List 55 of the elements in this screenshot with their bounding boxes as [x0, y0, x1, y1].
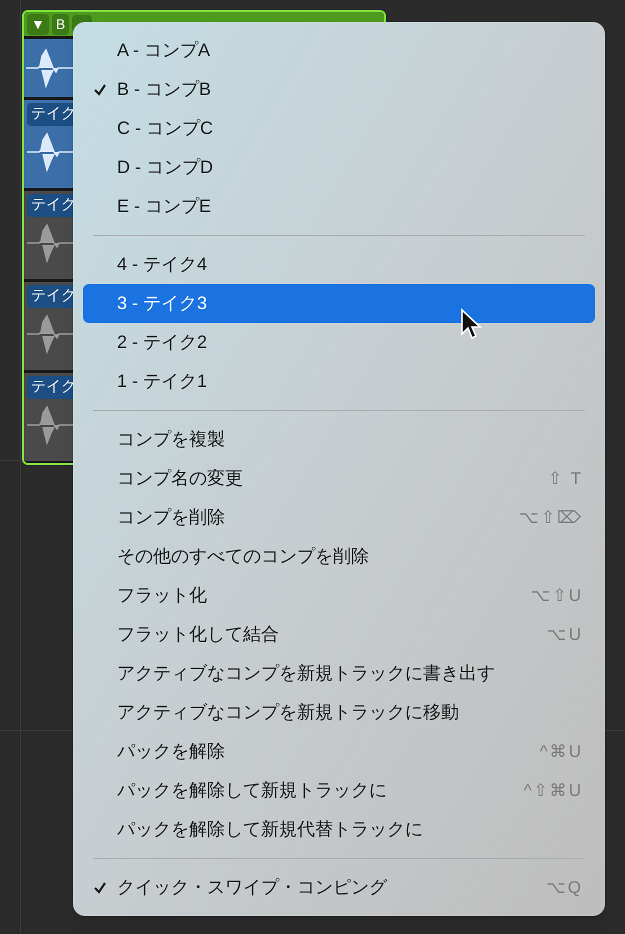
menu-item-label: パックを解除	[117, 740, 225, 763]
menu-item-label: コンプ名の変更	[117, 467, 243, 490]
menu-item[interactable]: 2 - テイク2	[83, 323, 595, 362]
menu-item-label: コンプを複製	[117, 428, 225, 451]
menu-item[interactable]: パックを解除して新規トラックに ^⇧⌘U	[83, 771, 595, 810]
comp-button[interactable]: B	[52, 14, 70, 34]
menu-item[interactable]: E - コンプE	[83, 187, 595, 226]
menu-item[interactable]: B - コンプB	[83, 70, 595, 109]
menu-item[interactable]: C - コンプC	[83, 109, 595, 148]
menu-item[interactable]: パックを解除 ^⌘U	[83, 732, 595, 771]
menu-item-label: アクティブなコンプを新規トラックに移動	[117, 701, 459, 724]
shortcut-text: ^⇧⌘U	[524, 780, 583, 802]
menu-item-label: D - コンプD	[117, 156, 213, 179]
menu-item[interactable]: コンプを削除 ⌥⇧⌦	[83, 498, 595, 537]
menu-item[interactable]: フラット化 ⌥⇧U	[83, 576, 595, 615]
menu-item-label: フラット化して結合	[117, 623, 279, 646]
menu-item[interactable]: パックを解除して新規代替トラックに	[83, 810, 595, 849]
mouse-pointer-icon	[460, 308, 484, 342]
waveform-icon	[26, 48, 76, 88]
checkmark-icon	[93, 880, 107, 894]
menu-item-label: アクティブなコンプを新規トラックに書き出す	[117, 662, 495, 685]
menu-item-label: コンプを削除	[117, 506, 225, 529]
shortcut-text: ⌥⇧⌦	[519, 506, 583, 529]
collapse-button[interactable]: ▼	[27, 14, 49, 34]
menu-item[interactable]: フラット化して結合 ⌥U	[83, 615, 595, 654]
menu-item[interactable]: アクティブなコンプを新規トラックに移動	[83, 693, 595, 732]
shortcut-text: ⌥U	[546, 624, 583, 646]
menu-item-label: A - コンプA	[117, 39, 210, 62]
menu-item[interactable]: クイック・スワイプ・コンピング ⌥Q	[83, 868, 595, 907]
menu-item-label: パックを解除して新規代替トラックに	[117, 818, 423, 841]
shortcut-text: ^⌘U	[540, 740, 583, 763]
menu-item-label: 4 - テイク4	[117, 253, 208, 276]
menu-item-label: C - コンプC	[117, 117, 213, 140]
menu-item-label: その他のすべてのコンプを削除	[117, 545, 369, 568]
shortcut-text: ⇧ T	[548, 468, 583, 490]
menu-item-label: フラット化	[117, 584, 207, 607]
menu-item[interactable]: 3 - テイク3	[83, 284, 595, 323]
menu-item[interactable]: その他のすべてのコンプを削除	[83, 537, 595, 576]
shortcut-text: ⌥⇧U	[530, 584, 583, 607]
menu-item[interactable]: 1 - テイク1	[83, 362, 595, 401]
checkmark-icon	[93, 82, 107, 96]
menu-item[interactable]: A - コンプA	[83, 31, 595, 70]
menu-item[interactable]: D - コンプD	[83, 148, 595, 187]
menu-item[interactable]: コンプ名の変更 ⇧ T	[83, 459, 595, 498]
menu-item[interactable]: コンプを複製	[83, 420, 595, 459]
menu-item-label: クイック・スワイプ・コンピング	[117, 876, 387, 899]
menu-item[interactable]: 4 - テイク4	[83, 245, 595, 284]
menu-item-label: B - コンプB	[117, 78, 212, 101]
menu-item[interactable]: アクティブなコンプを新規トラックに書き出す	[83, 654, 595, 693]
menu-item-label: 3 - テイク3	[117, 292, 208, 315]
menu-item-label: 1 - テイク1	[117, 370, 208, 393]
menu-item-label: E - コンプE	[117, 195, 212, 218]
shortcut-text: ⌥Q	[546, 876, 583, 899]
menu-item-label: 2 - テイク2	[117, 331, 208, 354]
menu-item-label: パックを解除して新規トラックに	[117, 779, 387, 802]
